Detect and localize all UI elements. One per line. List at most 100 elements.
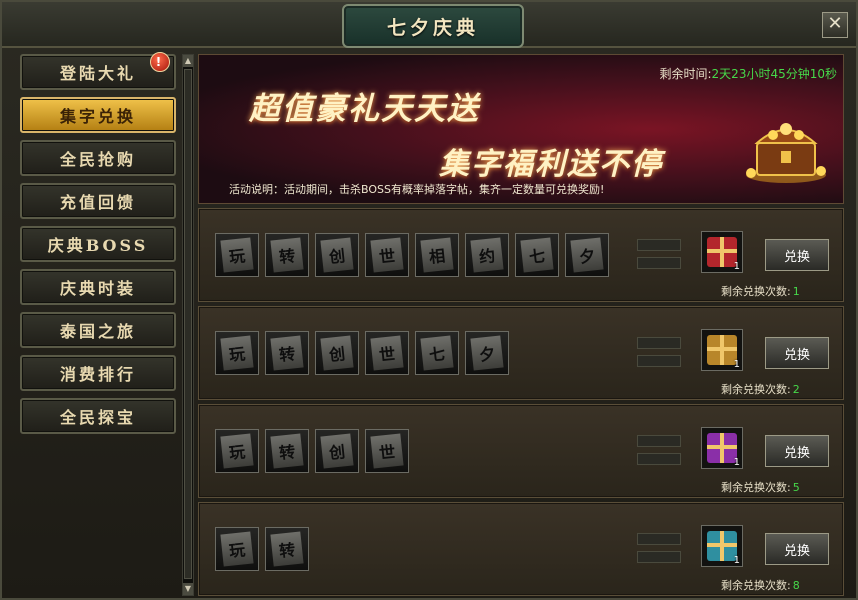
- sidebar-item-label: 庆典时装: [59, 279, 136, 298]
- char-scroll-item[interactable]: 创: [315, 331, 359, 375]
- char-scroll-item[interactable]: 夕: [565, 233, 609, 277]
- char-scroll-item[interactable]: 创: [315, 429, 359, 473]
- remaining-label: 剩余兑换次数:: [721, 383, 791, 396]
- char-scroll-label: 转: [270, 335, 304, 371]
- sidebar-item-8[interactable]: 消费排行: [20, 355, 176, 391]
- reward-item[interactable]: 1: [701, 427, 743, 469]
- remaining-label: 剩余兑换次数:: [721, 481, 791, 494]
- scroll-thumb[interactable]: [184, 69, 192, 579]
- char-scroll-label: 七: [520, 237, 554, 273]
- sidebar-item-label: 登陆大礼: [59, 64, 136, 83]
- char-tiles: 玩转: [215, 527, 309, 571]
- countdown-timer: 剩余时间:2天23小时45分钟10秒: [660, 65, 838, 82]
- sidebar-item-label: 充值回馈: [59, 193, 136, 212]
- char-scroll-label: 相: [420, 237, 454, 273]
- exchange-row: 玩转创世相约七夕 1 兑换 剩余兑换次数: 1: [198, 208, 844, 302]
- char-scroll-label: 玩: [220, 531, 254, 567]
- exchange-button[interactable]: 兑换: [765, 337, 829, 369]
- empty-slot: [637, 453, 681, 465]
- char-scroll-item[interactable]: 相: [415, 233, 459, 277]
- window-title: 七夕庆典: [386, 16, 479, 39]
- char-scroll-label: 玩: [220, 335, 254, 371]
- remaining-count: 2: [792, 383, 800, 396]
- char-tiles: 玩转创世七夕: [215, 331, 509, 375]
- sidebar-item-4[interactable]: 充值回馈: [20, 183, 176, 219]
- char-tiles: 玩转创世: [215, 429, 409, 473]
- exchange-button[interactable]: 兑换: [765, 533, 829, 565]
- exchange-row: 玩转创世 1 兑换剩余兑换次数: 5: [198, 404, 844, 498]
- exchange-button[interactable]: 兑换: [765, 435, 829, 467]
- char-scroll-item[interactable]: 转: [265, 331, 309, 375]
- close-button[interactable]: ✕: [822, 12, 848, 38]
- event-window: 七夕庆典 ✕ 登陆大礼! 集字兑换全民抢购充值回馈庆典BOSS 庆典时装泰国之旅消费…: [0, 0, 858, 600]
- slot-placeholders: [637, 239, 681, 275]
- treasure-chest-icon: [746, 123, 826, 183]
- empty-slot: [637, 337, 681, 349]
- remaining-count: 1: [792, 285, 800, 298]
- char-scroll-item[interactable]: 夕: [465, 331, 509, 375]
- banner-headline: 超值豪礼天天送: [249, 91, 480, 127]
- char-scroll-item[interactable]: 约: [465, 233, 509, 277]
- reward-item[interactable]: 1: [701, 231, 743, 273]
- main-content: 剩余时间:2天23小时45分钟10秒 超值豪礼天天送 集字福利送不停 活动说明：…: [198, 54, 844, 600]
- sidebar-scrollbar[interactable]: ▲ ▼: [182, 54, 194, 596]
- char-scroll-label: 世: [370, 237, 404, 273]
- sidebar-item-label: 泰国之旅: [59, 322, 136, 341]
- activity-description: 活动说明：活动期间，击杀BOSS有概率掉落字帖，集齐一定数量可兑换奖励!: [229, 183, 605, 196]
- reward-item[interactable]: 1: [701, 525, 743, 567]
- remaining-label: 剩余兑换次数:: [721, 579, 791, 592]
- sidebar-item-3[interactable]: 全民抢购: [20, 140, 176, 176]
- sidebar-item-9[interactable]: 全民探宝: [20, 398, 176, 434]
- char-scroll-label: 玩: [220, 237, 254, 273]
- char-scroll-label: 世: [370, 335, 404, 371]
- sidebar-item-label: 集字兑换: [59, 107, 136, 126]
- empty-slot: [637, 355, 681, 367]
- char-scroll-item[interactable]: 玩: [215, 331, 259, 375]
- remaining-exchanges: 剩余兑换次数: 5: [721, 479, 800, 495]
- empty-slot: [637, 257, 681, 269]
- reward-item[interactable]: 1: [701, 329, 743, 371]
- char-scroll-item[interactable]: 玩: [215, 527, 259, 571]
- char-scroll-item[interactable]: 玩: [215, 429, 259, 473]
- slot-placeholders: [637, 435, 681, 471]
- sidebar-item-1[interactable]: 登陆大礼!: [20, 52, 176, 90]
- char-scroll-item[interactable]: 七: [515, 233, 559, 277]
- char-scroll-label: 约: [470, 237, 504, 273]
- char-scroll-label: 创: [320, 335, 354, 371]
- slot-placeholders: [637, 533, 681, 569]
- scroll-up-arrow-icon[interactable]: ▲: [183, 55, 193, 67]
- event-banner: 剩余时间:2天23小时45分钟10秒 超值豪礼天天送 集字福利送不停 活动说明：…: [198, 54, 844, 204]
- char-scroll-item[interactable]: 转: [265, 233, 309, 277]
- empty-slot: [637, 435, 681, 447]
- sidebar-item-label: 消费排行: [59, 365, 136, 384]
- exchange-button[interactable]: 兑换: [765, 239, 829, 271]
- scroll-down-arrow-icon[interactable]: ▼: [183, 583, 193, 595]
- sidebar-item-2[interactable]: 集字兑换: [20, 97, 176, 133]
- reward-quantity: 1: [733, 457, 740, 468]
- gift-box-icon: [707, 237, 737, 267]
- sidebar-item-7[interactable]: 泰国之旅: [20, 312, 176, 348]
- remaining-exchanges: 剩余兑换次数: 8: [721, 577, 800, 593]
- char-scroll-item[interactable]: 转: [265, 527, 309, 571]
- char-scroll-item[interactable]: 玩: [215, 233, 259, 277]
- alert-badge-icon: !: [150, 52, 170, 72]
- reward-quantity: 1: [733, 555, 740, 566]
- title-plate: 七夕庆典: [342, 4, 524, 48]
- char-scroll-item[interactable]: 世: [365, 429, 409, 473]
- sidebar-item-6[interactable]: 庆典时装: [20, 269, 176, 305]
- char-scroll-item[interactable]: 创: [315, 233, 359, 277]
- char-scroll-item[interactable]: 世: [365, 331, 409, 375]
- remaining-count: 8: [792, 579, 800, 592]
- char-scroll-item[interactable]: 七: [415, 331, 459, 375]
- char-scroll-label: 世: [370, 433, 404, 469]
- gift-box-icon: [707, 433, 737, 463]
- char-scroll-label: 夕: [470, 335, 504, 371]
- char-scroll-item[interactable]: 转: [265, 429, 309, 473]
- char-scroll-item[interactable]: 世: [365, 233, 409, 277]
- sidebar-item-label: 全民抢购: [59, 150, 136, 169]
- remaining-label: 剩余兑换次数:: [721, 285, 791, 298]
- gift-box-icon: [707, 531, 737, 561]
- char-scroll-label: 转: [270, 531, 304, 567]
- sidebar-item-5[interactable]: 庆典BOSS: [20, 226, 176, 262]
- title-bar: 七夕庆典 ✕: [2, 2, 856, 48]
